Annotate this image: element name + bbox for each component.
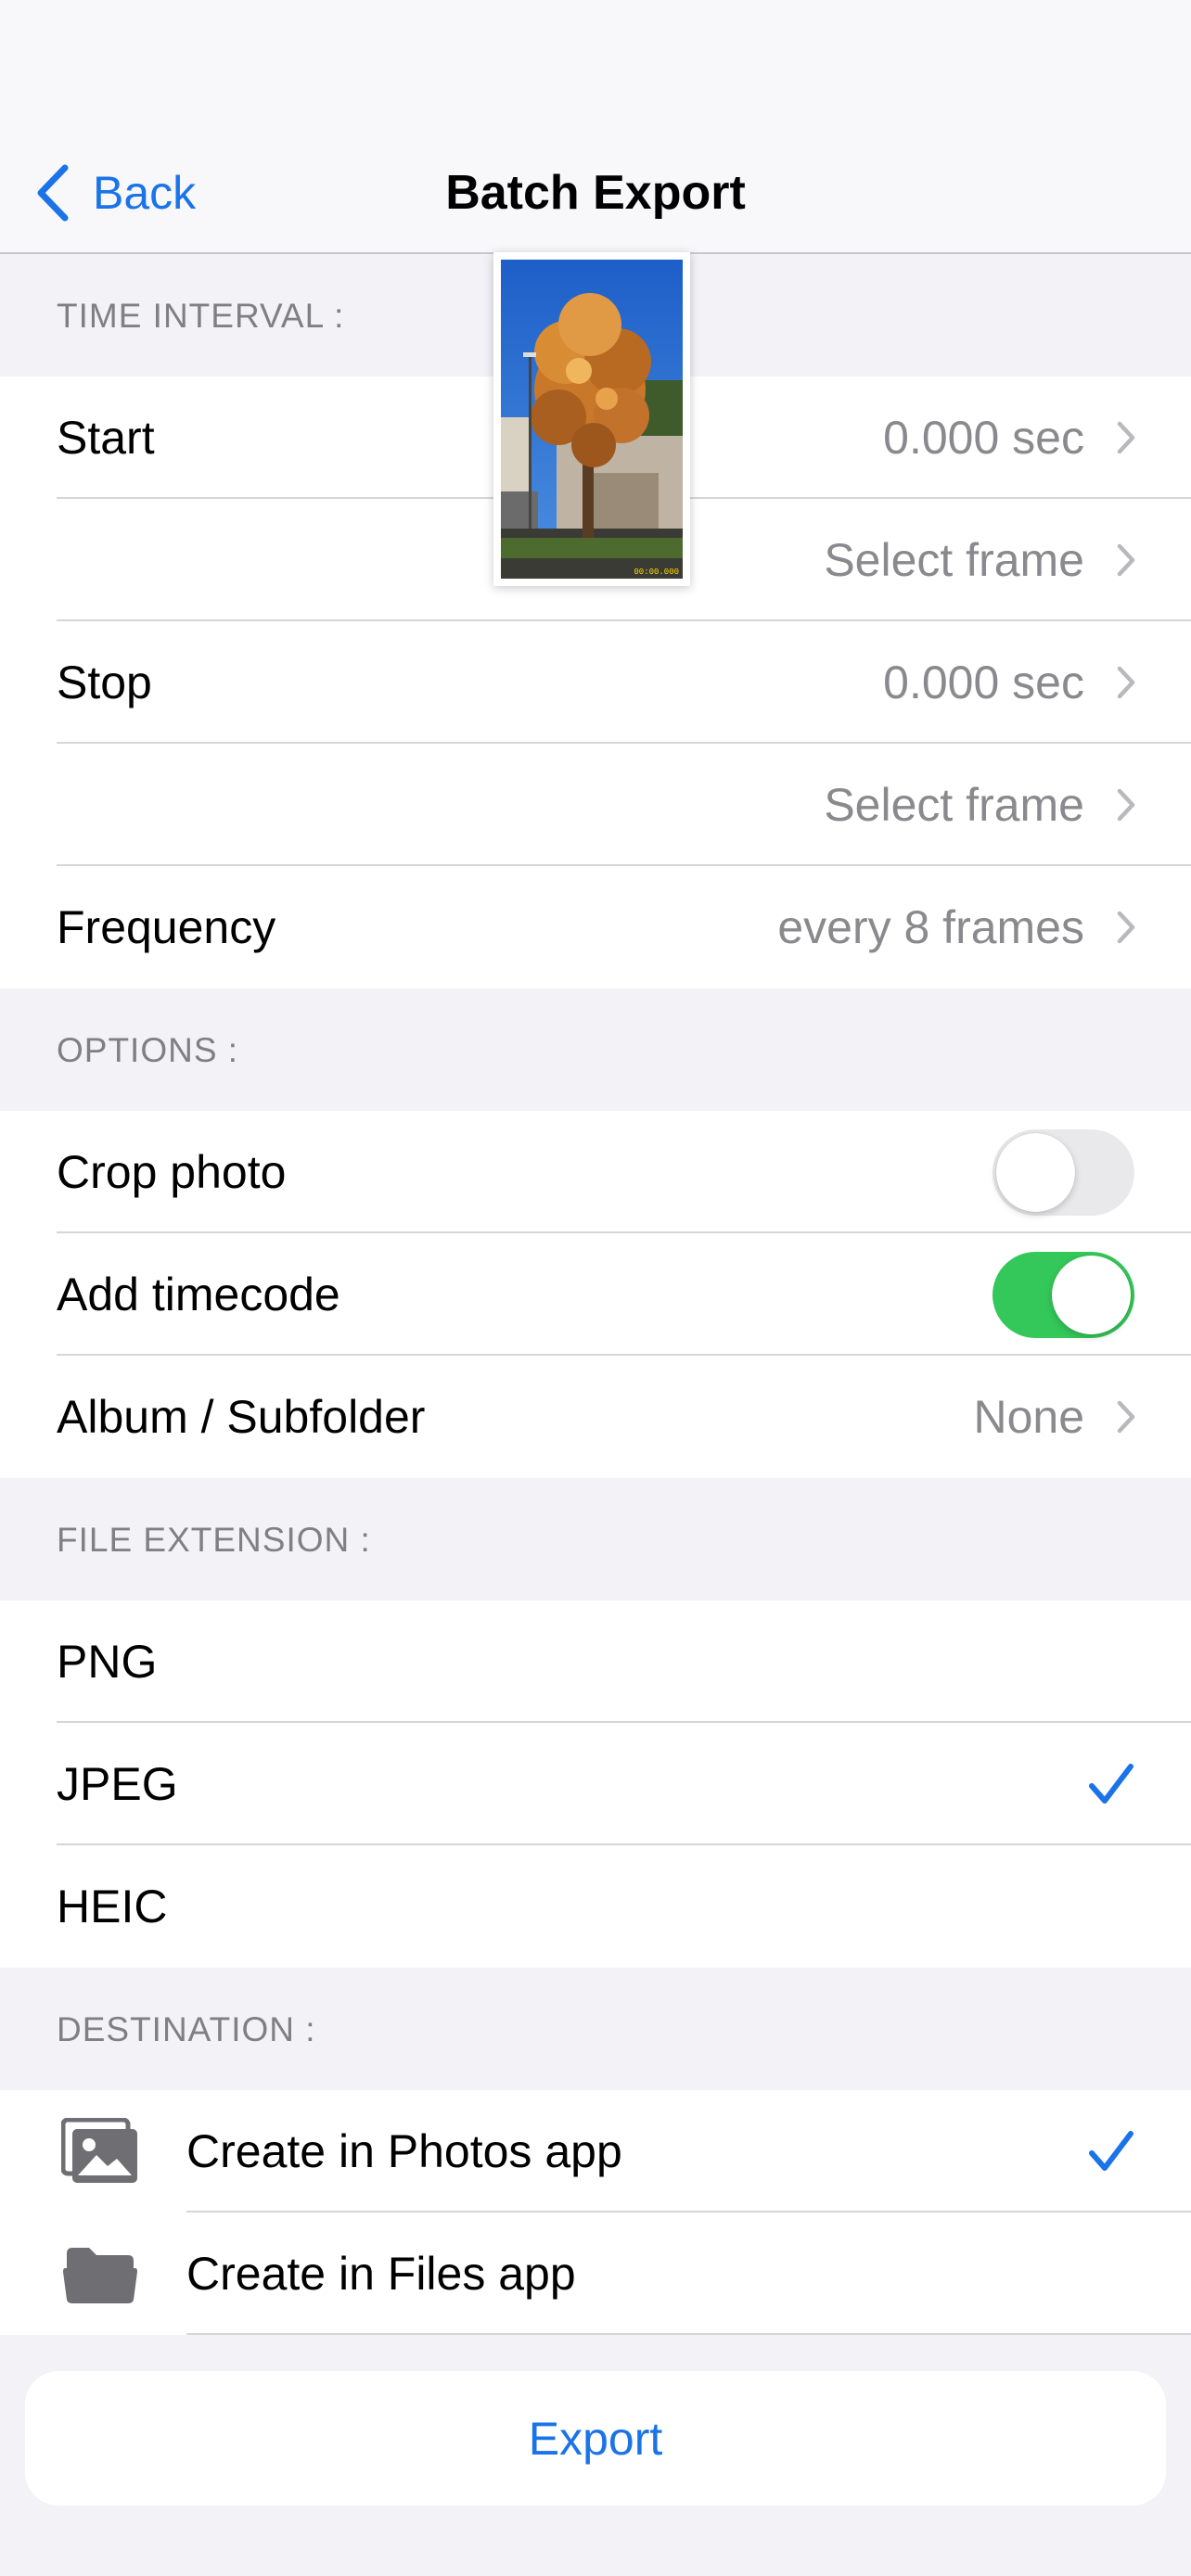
section-header-label: DESTINATION : <box>57 2010 316 2048</box>
options-group: Crop photo Add timecode Album / Subfolde… <box>0 1111 1191 1478</box>
start-select-frame: Select frame <box>824 534 1084 586</box>
toggle-knob <box>1052 1255 1131 1334</box>
crop-photo-label: Crop photo <box>57 1146 287 1198</box>
page-title: Batch Export <box>445 166 746 220</box>
frequency-value: every 8 frames <box>777 901 1084 953</box>
start-value: 0.000 sec <box>883 412 1084 464</box>
frame-preview-image: 00:00.000 <box>501 260 683 579</box>
start-label: Start <box>57 412 155 464</box>
photo-icon <box>61 2118 137 2183</box>
stop-value: 0.000 sec <box>883 657 1084 708</box>
chevron-right-icon <box>1117 911 1135 944</box>
navigation-bar: Back Batch Export <box>0 0 1191 254</box>
file-extension-group: PNG JPEG HEIC <box>0 1600 1191 1968</box>
checkmark-icon <box>1089 1764 1133 1804</box>
chevron-right-icon <box>1117 788 1135 822</box>
extension-option-heic[interactable]: HEIC <box>0 1845 1191 1968</box>
section-header-label: OPTIONS : <box>57 1031 239 1069</box>
destination-group: Create in Photos app Create in Files app <box>0 2090 1191 2335</box>
frequency-label: Frequency <box>57 901 276 953</box>
section-header-label: TIME INTERVAL : <box>57 297 345 335</box>
destination-files-row[interactable]: Create in Files app <box>0 2213 1191 2335</box>
checkmark-icon <box>1089 2131 1133 2171</box>
extension-label-png: PNG <box>57 1636 158 1688</box>
stop-select-frame: Select frame <box>824 779 1084 831</box>
chevron-right-icon <box>1117 543 1135 577</box>
toggle-knob <box>996 1132 1075 1212</box>
section-header-options: OPTIONS : <box>0 988 1191 1111</box>
destination-photos-label: Create in Photos app <box>186 2125 622 2177</box>
extension-label-heic: HEIC <box>57 1881 168 1932</box>
extension-label-jpeg: JPEG <box>57 1758 178 1810</box>
stop-select-frame-row[interactable]: Select frame <box>0 744 1191 866</box>
destination-photos-row[interactable]: Create in Photos app <box>0 2090 1191 2213</box>
stop-row[interactable]: Stop 0.000 sec <box>0 621 1191 744</box>
extension-option-png[interactable]: PNG <box>0 1600 1191 1723</box>
add-timecode-label: Add timecode <box>57 1269 340 1320</box>
crop-photo-toggle[interactable] <box>992 1129 1134 1216</box>
extension-option-jpeg[interactable]: JPEG <box>0 1723 1191 1845</box>
destination-files-label: Create in Files app <box>186 2248 576 2300</box>
frame-preview-thumbnail[interactable]: 00:00.000 <box>493 252 690 586</box>
add-timecode-toggle[interactable] <box>992 1251 1134 1338</box>
album-subfolder-row[interactable]: Album / Subfolder None <box>0 1356 1191 1478</box>
section-header-file-extension: FILE EXTENSION : <box>0 1478 1191 1600</box>
stop-label: Stop <box>57 657 152 708</box>
folder-icon <box>63 2248 137 2303</box>
chevron-right-icon <box>1117 666 1135 699</box>
section-header-destination: DESTINATION : <box>0 1968 1191 2090</box>
album-subfolder-label: Album / Subfolder <box>57 1391 426 1443</box>
frame-timecode: 00:00.000 <box>634 567 679 577</box>
crop-photo-row: Crop photo <box>0 1111 1191 1233</box>
frequency-row[interactable]: Frequency every 8 frames <box>0 866 1191 988</box>
chevron-right-icon <box>1117 421 1135 454</box>
album-subfolder-value: None <box>973 1391 1084 1443</box>
export-button[interactable]: Export <box>25 2371 1166 2506</box>
add-timecode-row: Add timecode <box>0 1233 1191 1356</box>
chevron-right-icon <box>1117 1400 1135 1434</box>
section-header-label: FILE EXTENSION : <box>57 1521 371 1559</box>
